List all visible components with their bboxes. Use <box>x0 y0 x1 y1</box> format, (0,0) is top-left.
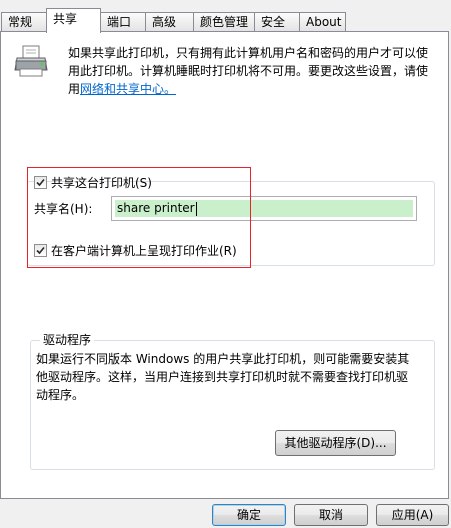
printer-icon <box>14 45 48 80</box>
network-sharing-center-link[interactable]: 网络和共享中心。 <box>80 82 176 96</box>
tab-strip: 常规 共享 端口 高级 颜色管理 安全 About <box>0 0 451 33</box>
tab-advanced[interactable]: 高级 <box>145 12 194 31</box>
render-jobs-checkbox[interactable] <box>34 244 47 257</box>
share-name-input[interactable]: share printer <box>111 196 417 221</box>
sharing-info-text: 如果共享此打印机，只有拥有此计算机用户名和密码的用户才可以使用此打印机。计算机睡… <box>68 44 438 98</box>
drivers-group-title: 驱动程序 <box>40 333 95 347</box>
render-jobs-label[interactable]: 在客户端计算机上呈现打印作业(R) <box>51 244 237 258</box>
tab-security[interactable]: 安全 <box>254 12 300 31</box>
cancel-button[interactable]: 取消 <box>294 504 368 526</box>
share-printer-label[interactable]: 共享这台打印机(S) <box>51 176 152 190</box>
share-name-value: share printer <box>117 201 195 215</box>
tab-color-management[interactable]: 颜色管理 <box>193 12 255 31</box>
tab-ports[interactable]: 端口 <box>100 12 146 31</box>
drivers-description: 如果运行不同版本 Windows 的用户共享此打印机，则可能需要安装其他驱动程序… <box>36 352 410 402</box>
tab-sharing[interactable]: 共享 <box>46 8 101 33</box>
tab-about[interactable]: About <box>299 12 346 31</box>
checkmark-icon <box>36 246 45 255</box>
additional-drivers-button[interactable]: 其他驱动程序(D)... <box>275 430 396 456</box>
text-caret <box>195 201 197 216</box>
share-printer-checkbox[interactable] <box>34 176 47 189</box>
apply-button[interactable]: 应用(A) <box>376 504 449 526</box>
checkmark-icon <box>36 178 45 187</box>
share-name-label: 共享名(H): <box>34 202 93 216</box>
tab-general[interactable]: 常规 <box>1 12 47 31</box>
ok-button[interactable]: 确定 <box>212 504 286 526</box>
